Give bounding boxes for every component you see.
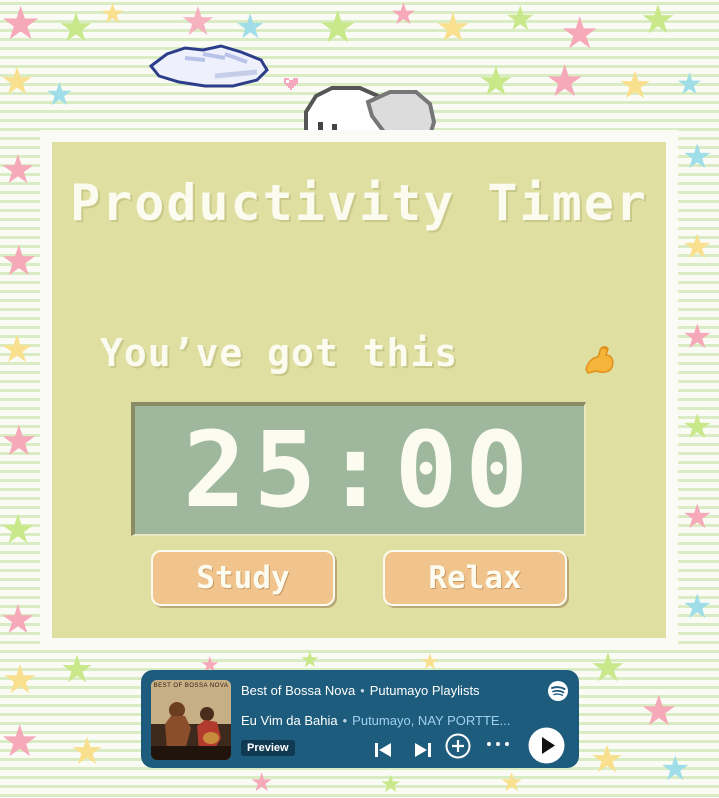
star-icon: ★ (0, 0, 42, 50)
star-icon: ★ (2, 657, 38, 703)
flexed-biceps-icon (585, 346, 614, 374)
more-icon[interactable] (485, 738, 511, 750)
star-icon: ★ (0, 416, 38, 465)
star-icon: ★ (640, 686, 678, 735)
star-icon: ★ (590, 737, 625, 781)
star-icon: ★ (682, 227, 713, 267)
star-icon: ★ (58, 5, 94, 51)
player-title-line: Best of Bossa Nova • Putumayo Playlists (241, 683, 480, 698)
star-icon: ★ (478, 59, 514, 105)
previous-icon[interactable] (373, 740, 393, 760)
star-icon: ★ (318, 2, 358, 53)
star-icon: ★ (618, 63, 653, 107)
star-icon: ★ (435, 5, 471, 51)
star-icon: ★ (0, 507, 36, 553)
playlist-link[interactable]: Putumayo Playlists (370, 683, 480, 698)
encouragement-text: You’ve got this (100, 331, 459, 375)
separator-dot: • (360, 683, 365, 698)
album-art-image (151, 680, 231, 760)
star-icon: ★ (180, 0, 216, 45)
album-art[interactable]: BEST OF BOSSA NOVA (151, 680, 231, 760)
star-icon: ★ (505, 0, 536, 39)
star-icon: ★ (560, 8, 600, 59)
star-icon: ★ (60, 647, 95, 691)
star-icon: ★ (682, 407, 713, 447)
separator-dot: • (342, 713, 348, 728)
study-button[interactable]: Study (151, 550, 335, 606)
next-icon[interactable] (413, 740, 433, 760)
star-icon: ★ (0, 147, 36, 193)
star-icon: ★ (500, 768, 524, 798)
album-link[interactable]: Best of Bossa Nova (241, 683, 355, 698)
track-link[interactable]: Eu Vim da Bahia (241, 713, 338, 728)
star-icon: ★ (0, 236, 38, 285)
star-icon: ★ (682, 587, 713, 627)
spotify-icon[interactable] (547, 680, 569, 702)
album-art-title: BEST OF BOSSA NOVA (153, 683, 229, 689)
star-icon: ★ (390, 0, 417, 32)
preview-badge: Preview (241, 740, 295, 756)
play-icon[interactable] (528, 727, 565, 764)
player-track-line: Eu Vim da Bahia • Putumayo, NAY PORTTE... (241, 713, 521, 728)
star-icon: ★ (0, 59, 35, 103)
star-icon: ★ (0, 327, 35, 371)
add-icon[interactable] (444, 732, 472, 760)
timer-display: 25:00 (131, 402, 586, 536)
artists-link[interactable]: Putumayo, NAY PORTTE... (352, 713, 510, 728)
star-icon: ★ (300, 648, 320, 673)
relax-button[interactable]: Relax (383, 550, 567, 606)
star-icon: ★ (380, 770, 402, 798)
star-icon: ★ (235, 7, 266, 47)
spotify-player: BEST OF BOSSA NOVA Best of Bossa Nova • Pu… (141, 670, 579, 768)
star-icon: ★ (100, 0, 126, 30)
star-icon: ★ (682, 137, 713, 177)
star-icon: ★ (682, 317, 713, 357)
star-icon: ★ (70, 729, 105, 773)
star-icon: ★ (0, 716, 40, 767)
wing-icon (148, 44, 269, 88)
star-icon: ★ (660, 749, 691, 789)
star-icon: ★ (590, 645, 626, 691)
star-icon: ★ (682, 497, 713, 537)
star-icon: ★ (676, 67, 703, 102)
star-icon: ★ (0, 597, 36, 643)
star-icon: ★ (545, 56, 585, 107)
page-title: Productivity Timer (70, 174, 648, 232)
star-icon: ★ (640, 0, 676, 43)
star-icon: ★ (45, 75, 74, 113)
star-icon: ★ (250, 768, 274, 798)
